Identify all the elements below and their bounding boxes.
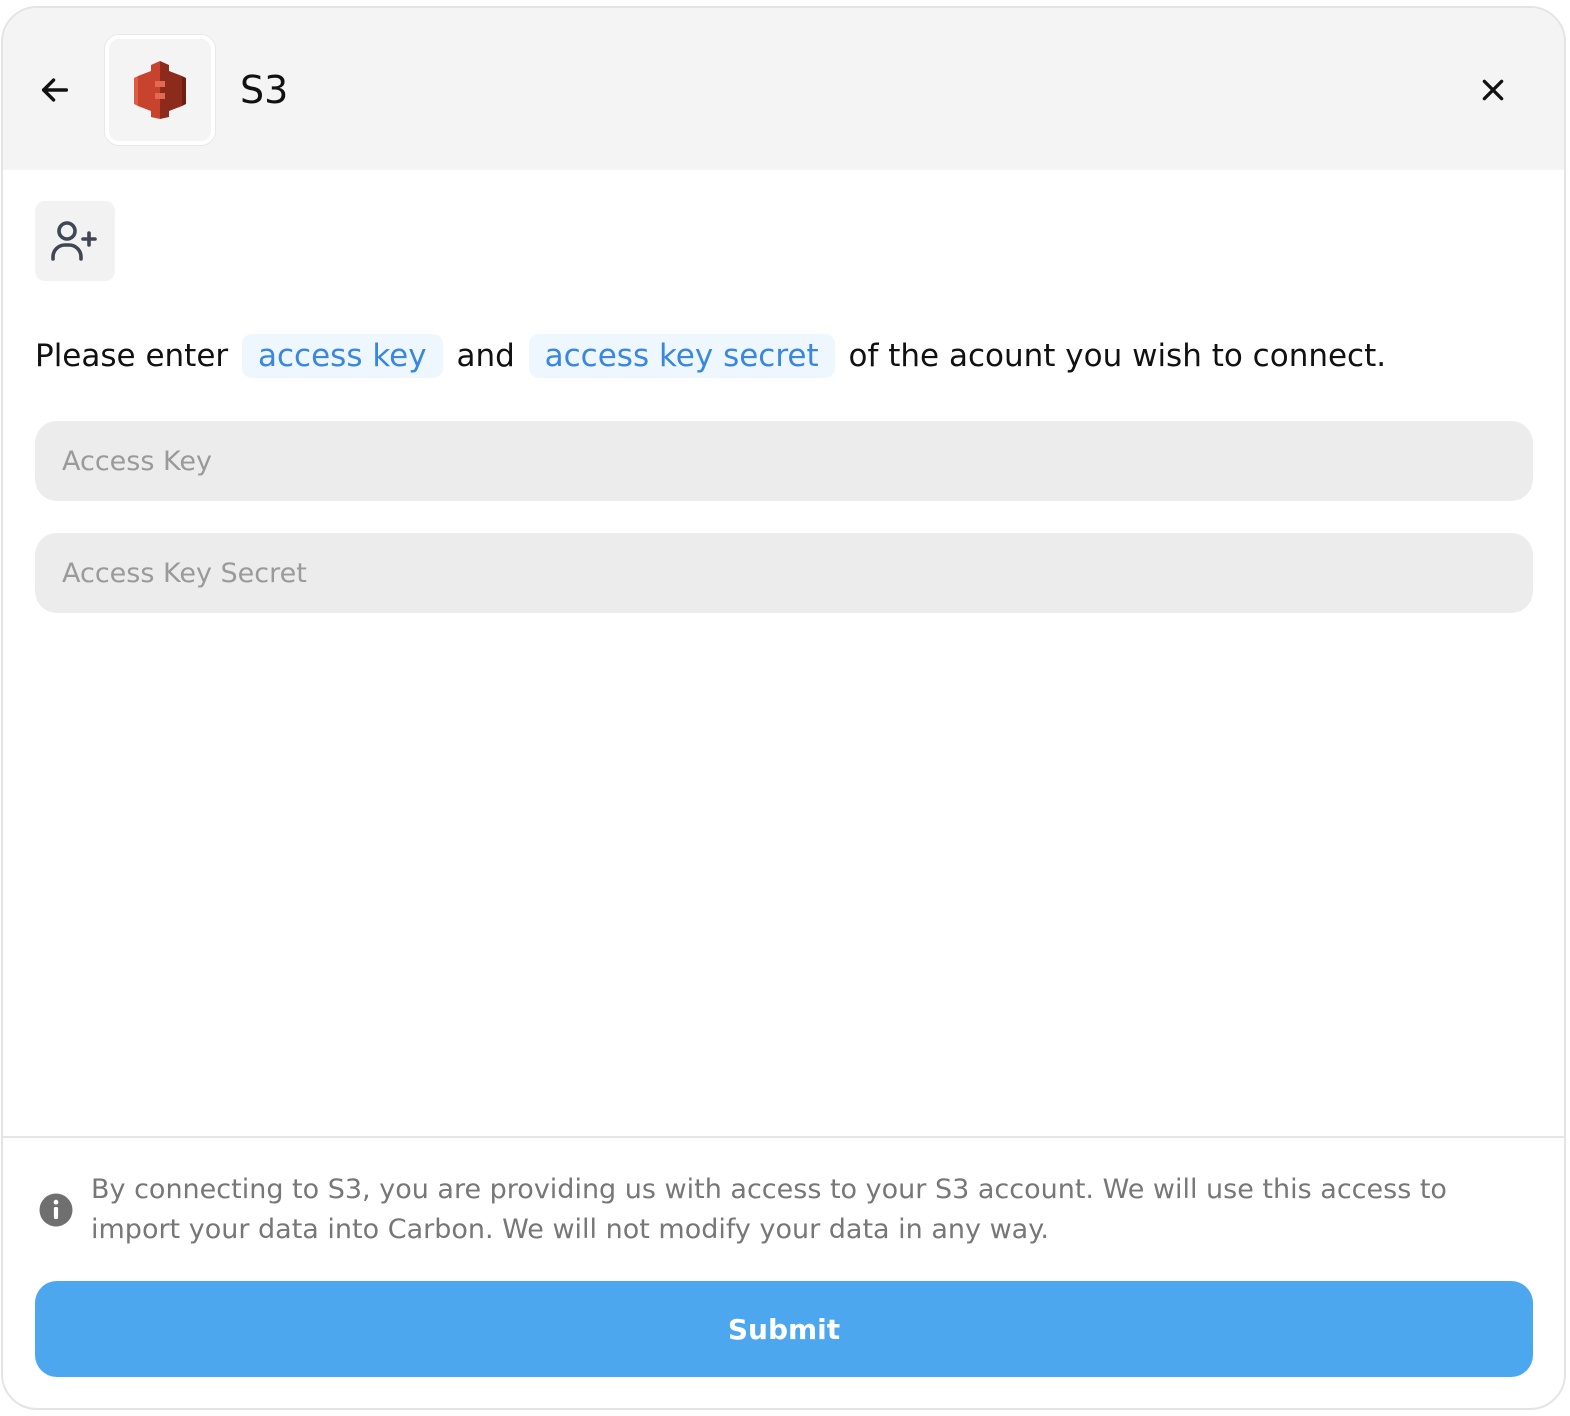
access-key-secret-pill: access key secret [528,334,835,378]
s3-logo [105,35,215,145]
modal-header: S3 [3,8,1564,170]
connect-s3-modal: S3 Please enter access key and access ke… [1,6,1566,1410]
footer-divider [3,1136,1564,1138]
back-button[interactable] [35,70,75,110]
close-button[interactable] [1473,70,1513,110]
close-icon [1482,79,1504,101]
access-key-secret-input[interactable] [35,533,1533,613]
instruction-middle: and [456,338,515,374]
disclaimer-text: By connecting to S3, you are providing u… [91,1174,1447,1245]
access-key-pill: access key [242,334,443,378]
aws-s3-logo-icon [134,61,186,119]
user-plus-icon [51,221,97,261]
instruction-suffix: of the acount you wish to connect. [848,338,1387,374]
submit-button[interactable]: Submit [35,1281,1533,1377]
access-key-input[interactable] [35,421,1533,501]
info-icon [39,1193,73,1227]
instruction-text: Please enter access key and access key s… [35,334,1515,378]
instruction-prefix: Please enter [35,338,229,374]
arrow-left-icon [41,78,69,102]
user-add-badge [35,201,115,281]
page-title: S3 [240,68,289,112]
